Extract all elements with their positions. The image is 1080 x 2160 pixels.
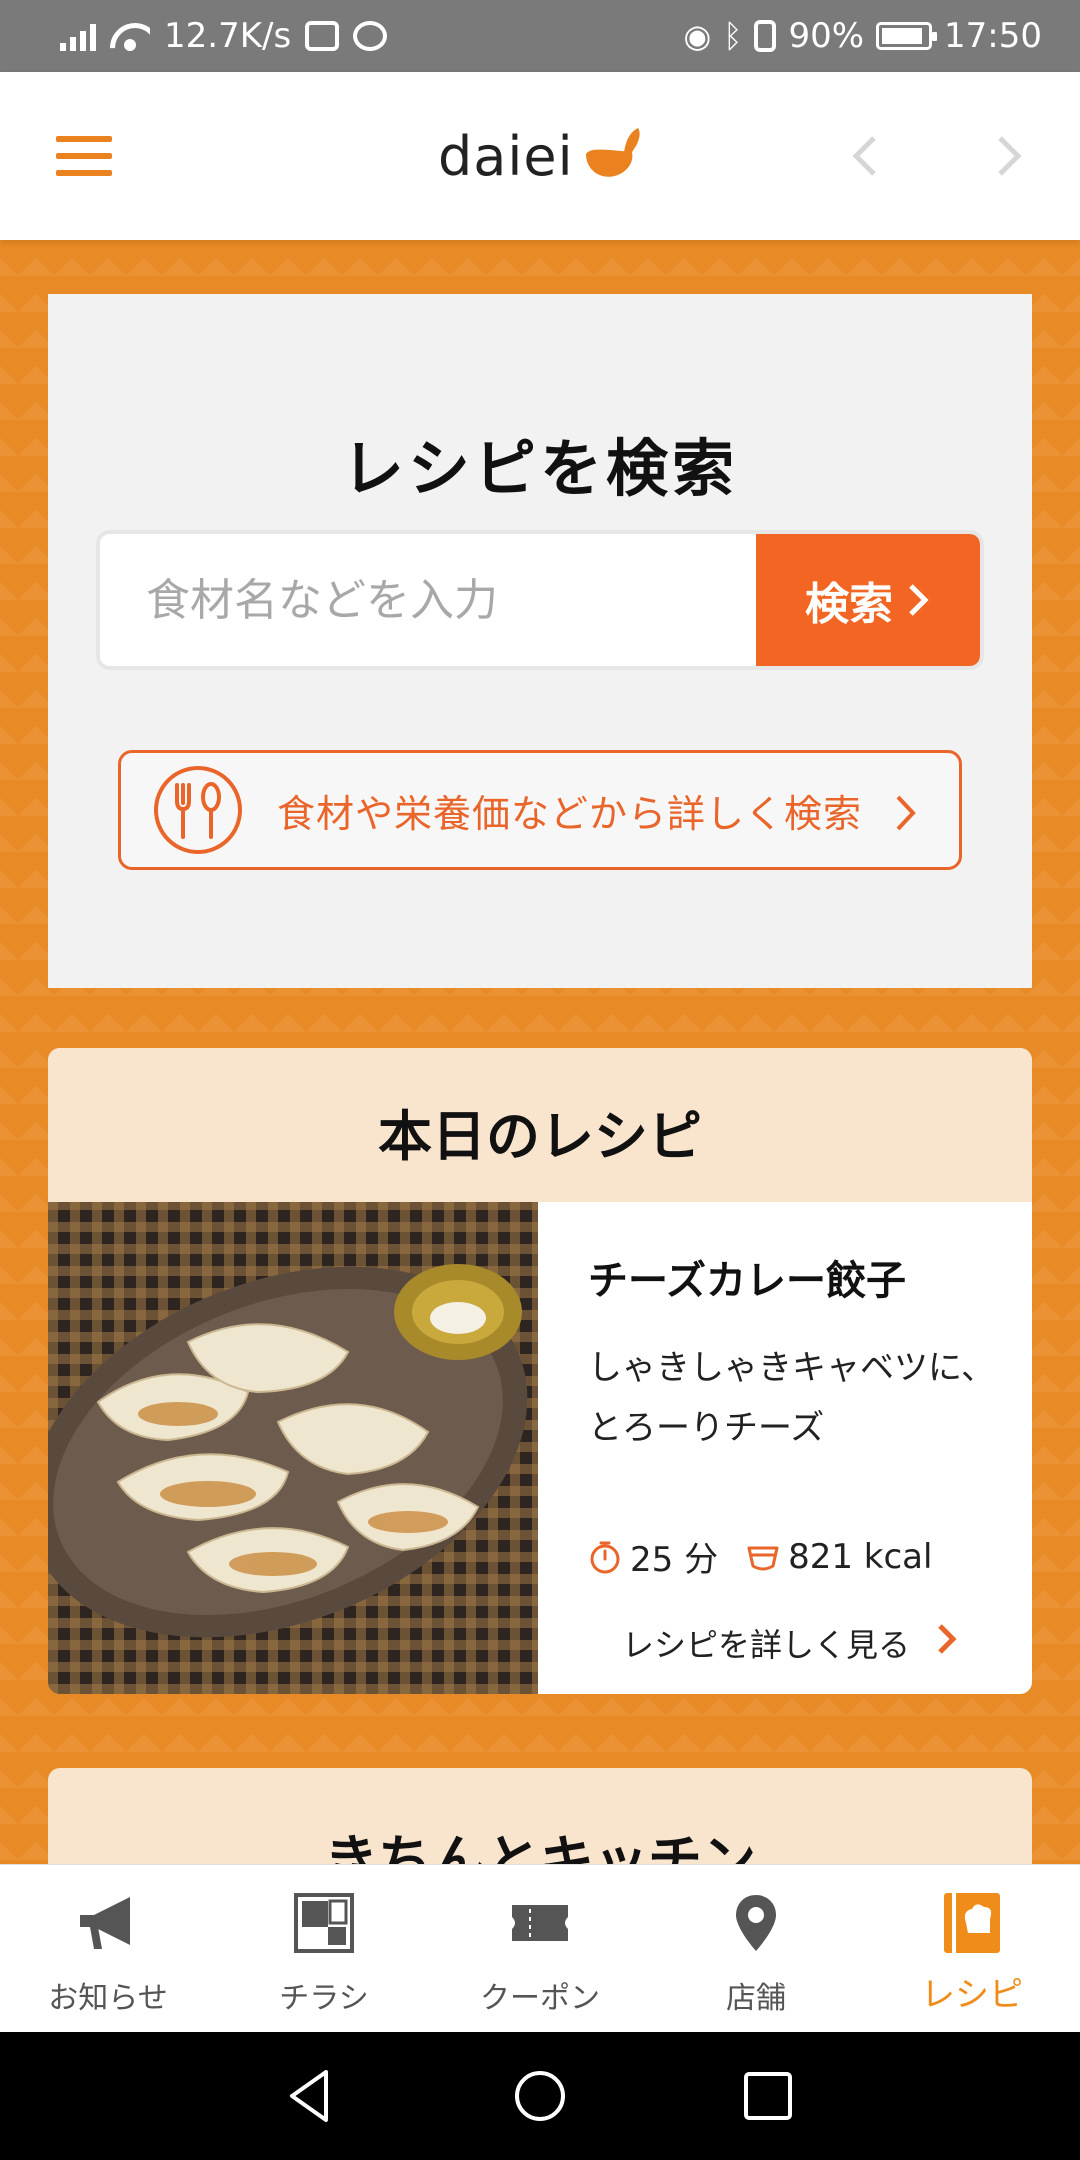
app-header: daiei bbox=[0, 72, 1080, 240]
recipe-description-line: とろーりチーズ bbox=[588, 1408, 825, 1448]
recents-icon[interactable] bbox=[738, 2066, 798, 2126]
wifi-icon bbox=[110, 21, 150, 51]
search-button-label: 検索 bbox=[805, 579, 893, 630]
recipe-search-card: レシピを検索 検索 食材や栄養価などから詳しく検索 bbox=[48, 294, 1032, 988]
network-speed: 12.7K/s bbox=[164, 16, 292, 56]
clock: 17:50 bbox=[944, 16, 1042, 56]
vibrate-icon bbox=[754, 20, 777, 52]
back-icon[interactable] bbox=[280, 2066, 340, 2126]
bottom-tab-bar: お知らせ チラシ クーポン 店舗 レシピ bbox=[0, 1864, 1080, 2032]
search-input[interactable] bbox=[100, 534, 756, 666]
system-navigation-bar bbox=[0, 2032, 1080, 2160]
forward-arrow-icon[interactable] bbox=[986, 134, 1030, 178]
cooking-time: 25 分 bbox=[630, 1540, 719, 1580]
tab-stores[interactable]: 店舗 bbox=[648, 1865, 864, 2033]
tab-label: お知らせ bbox=[48, 1981, 168, 2016]
tab-label: クーポン bbox=[480, 1981, 600, 2016]
chevron-right-icon bbox=[896, 795, 916, 831]
recipe-description-line: しゃきしゃきキャベツに、 bbox=[588, 1348, 995, 1388]
advanced-search-label: 食材や栄養価などから詳しく検索 bbox=[277, 791, 863, 836]
chevron-right-icon bbox=[909, 584, 929, 616]
chevron-right-icon[interactable] bbox=[936, 1622, 958, 1656]
logo-text: daiei bbox=[438, 124, 574, 188]
recipe-name[interactable]: チーズカレー餃子 bbox=[588, 1248, 906, 1306]
calories: 821 kcal bbox=[788, 1536, 933, 1577]
kitchen-card[interactable]: きちんとキッチン bbox=[48, 1768, 1032, 1864]
recipe-book-icon bbox=[944, 1893, 1000, 1953]
tab-news[interactable]: お知らせ bbox=[0, 1865, 216, 2033]
recipe-detail-link[interactable]: レシピを詳しく見る bbox=[622, 1620, 910, 1666]
todays-recipe-card[interactable]: 本日のレシピ チーズカレー餃子 しゃきしゃきキャベツに、 とろーりチーズ 25 … bbox=[48, 1048, 1032, 1694]
daiei-logo: daiei bbox=[438, 124, 644, 188]
status-bar: 12.7K/s ◉ ᛒ 90% 17:50 bbox=[0, 0, 1080, 72]
recipe-photo[interactable] bbox=[48, 1202, 538, 1694]
timer-icon bbox=[590, 1541, 620, 1573]
coupon-icon bbox=[512, 1905, 568, 1941]
tab-coupon[interactable]: クーポン bbox=[432, 1865, 648, 2033]
back-arrow-icon[interactable] bbox=[844, 134, 888, 178]
location-pin-icon bbox=[736, 1895, 776, 1951]
menu-icon[interactable] bbox=[56, 136, 112, 176]
gyoza-plate-image bbox=[48, 1264, 528, 1638]
signal-icon bbox=[60, 21, 96, 51]
battery-icon bbox=[876, 22, 938, 50]
megaphone-icon bbox=[80, 1897, 130, 1949]
search-box: 検索 bbox=[96, 530, 984, 670]
home-notification-icon bbox=[305, 21, 340, 51]
search-title: レシピを検索 bbox=[341, 432, 738, 505]
search-button[interactable]: 検索 bbox=[756, 534, 980, 666]
flyer-icon bbox=[294, 1893, 354, 1953]
tab-label: 店舗 bbox=[726, 1981, 786, 2016]
advanced-search-button[interactable]: 食材や栄養価などから詳しく検索 bbox=[118, 750, 962, 870]
recipe-content[interactable]: レシピを検索 検索 食材や栄養価などから詳しく検索 本日のレシピ bbox=[0, 240, 1080, 1864]
todays-recipe-header: 本日のレシピ bbox=[48, 1048, 1032, 1202]
home-icon[interactable] bbox=[510, 2066, 570, 2126]
line-notification-icon bbox=[353, 21, 388, 51]
recipe-meta: 25 分 821 kcal bbox=[588, 1532, 932, 1581]
tab-flyer[interactable]: チラシ bbox=[216, 1865, 432, 2033]
bowl-icon bbox=[747, 1546, 779, 1570]
logo-mark-icon bbox=[585, 128, 640, 177]
kitchen-title: きちんとキッチン bbox=[324, 1829, 756, 1864]
cutlery-icon bbox=[154, 766, 242, 854]
todays-recipe-title: 本日のレシピ bbox=[378, 1105, 702, 1168]
tab-label: チラシ bbox=[279, 1981, 369, 2016]
eye-icon: ◉ bbox=[683, 17, 712, 55]
bluetooth-icon: ᛒ bbox=[723, 17, 743, 55]
tab-recipe[interactable]: レシピ bbox=[864, 1865, 1080, 2033]
recipe-description: しゃきしゃきキャベツに、 とろーりチーズ bbox=[588, 1338, 1008, 1458]
tab-label: レシピ bbox=[921, 1975, 1023, 2015]
battery-percent: 90% bbox=[788, 16, 865, 56]
